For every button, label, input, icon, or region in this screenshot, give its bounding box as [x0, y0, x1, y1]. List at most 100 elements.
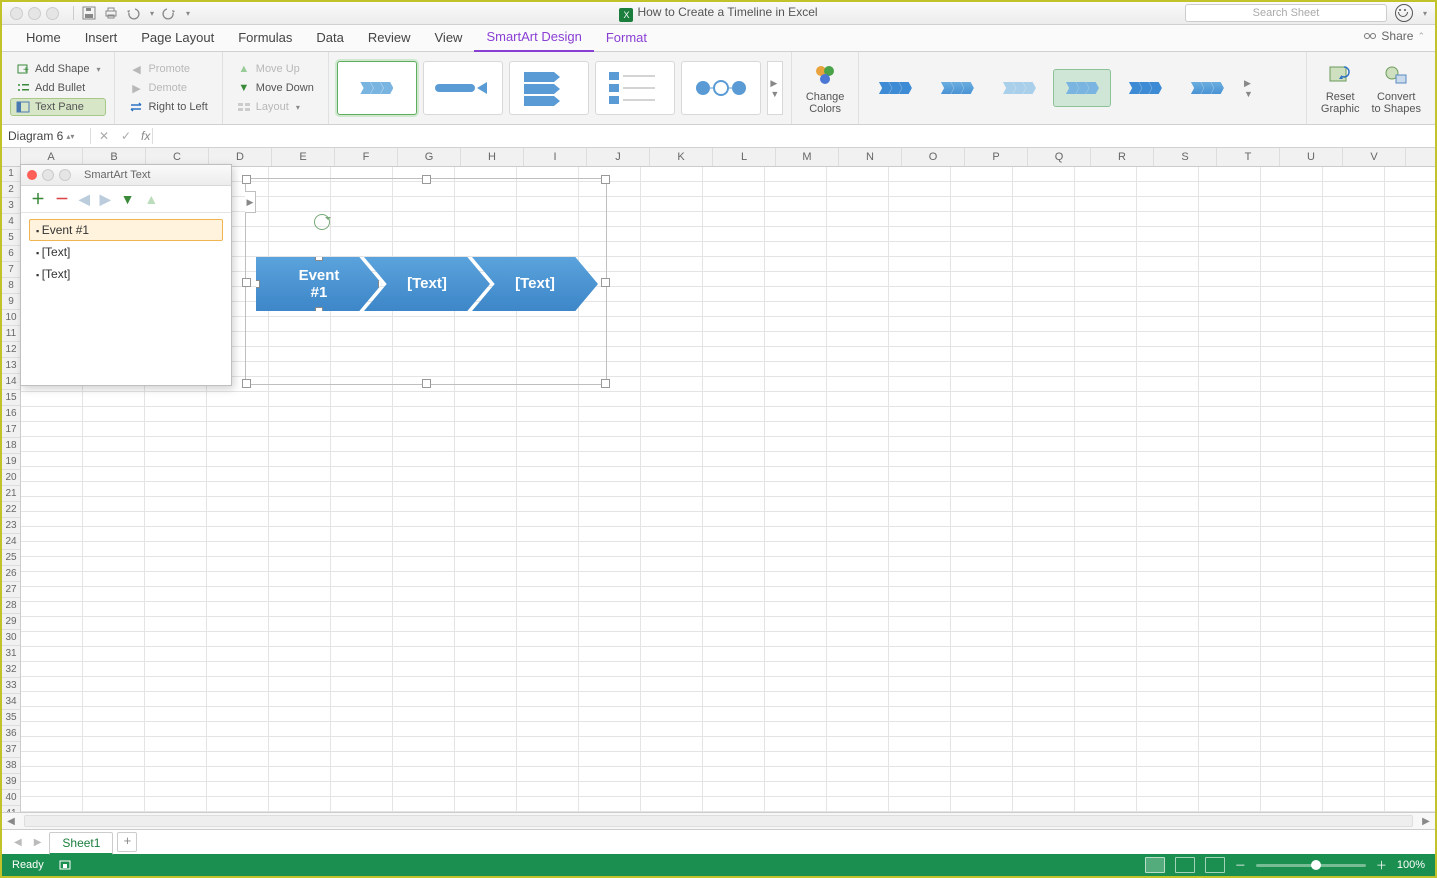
row-header[interactable]: 33: [2, 678, 20, 694]
zoom-slider[interactable]: [1256, 864, 1366, 867]
redo-icon[interactable]: [162, 6, 176, 20]
close-icon[interactable]: [27, 170, 37, 180]
resize-handle-s[interactable]: [422, 379, 431, 388]
row-header[interactable]: 35: [2, 710, 20, 726]
row-header[interactable]: 11: [2, 326, 20, 342]
layouts-more-button[interactable]: ▶▼: [767, 61, 783, 115]
feedback-icon[interactable]: [1395, 4, 1413, 22]
text-pane-titlebar[interactable]: SmartArt Text: [21, 165, 231, 186]
row-header[interactable]: 21: [2, 486, 20, 502]
close-window-icon[interactable]: [10, 7, 23, 20]
column-header[interactable]: K: [650, 148, 713, 166]
share-button[interactable]: Share ⌃: [1363, 29, 1425, 43]
zoom-out-button[interactable]: －: [1235, 857, 1246, 873]
column-header[interactable]: N: [839, 148, 902, 166]
sheet-nav-prev-icon[interactable]: ▶: [30, 837, 46, 848]
add-shape-button[interactable]: +Add Shape▾: [10, 60, 106, 78]
row-header[interactable]: 4: [2, 214, 20, 230]
search-input[interactable]: Search Sheet: [1185, 4, 1387, 22]
tab-review[interactable]: Review: [356, 25, 423, 51]
shape-handle[interactable]: [252, 280, 260, 288]
row-header[interactable]: 5: [2, 230, 20, 246]
zoom-level[interactable]: 100%: [1397, 859, 1425, 871]
row-header[interactable]: 28: [2, 598, 20, 614]
move-down-button[interactable]: ▼Move Down: [231, 79, 320, 97]
resize-handle-ne[interactable]: [601, 175, 610, 184]
zoom-thumb[interactable]: [1311, 860, 1321, 870]
move-down-item-icon[interactable]: ▼: [121, 191, 135, 207]
text-pane-button[interactable]: Text Pane: [10, 98, 106, 116]
add-sheet-button[interactable]: +: [117, 832, 137, 852]
style-option-4[interactable]: [1053, 69, 1111, 107]
horizontal-scrollbar[interactable]: ◀ ▶: [2, 812, 1435, 829]
smartart-shape-1[interactable]: Event #1: [256, 257, 382, 311]
tab-home[interactable]: Home: [14, 25, 73, 51]
normal-view-icon[interactable]: [1145, 857, 1165, 873]
sheet-tab-1[interactable]: Sheet1: [49, 832, 113, 855]
reset-graphic-button[interactable]: Reset Graphic: [1315, 59, 1366, 117]
row-header[interactable]: 26: [2, 566, 20, 582]
column-header[interactable]: Q: [1028, 148, 1091, 166]
column-header[interactable]: I: [524, 148, 587, 166]
scroll-left-icon[interactable]: ◀: [2, 816, 20, 827]
row-header[interactable]: 30: [2, 630, 20, 646]
row-header[interactable]: 39: [2, 774, 20, 790]
add-item-icon[interactable]: ＋: [31, 189, 45, 209]
row-header[interactable]: 14: [2, 374, 20, 390]
redo-dropdown-icon[interactable]: ▾: [186, 9, 190, 18]
column-header[interactable]: P: [965, 148, 1028, 166]
page-layout-view-icon[interactable]: [1175, 857, 1195, 873]
minimize-icon[interactable]: [42, 169, 54, 181]
rotate-handle[interactable]: [314, 214, 330, 230]
row-header[interactable]: 1: [2, 166, 20, 182]
row-header[interactable]: 18: [2, 438, 20, 454]
row-headers[interactable]: 1234567891011121314151617181920212223242…: [2, 166, 21, 812]
row-header[interactable]: 41: [2, 806, 20, 812]
change-colors-button[interactable]: Change Colors: [800, 59, 851, 117]
zoom-window-icon[interactable]: [46, 7, 59, 20]
name-box[interactable]: Diagram 6▴▾: [2, 129, 88, 143]
resize-handle-n[interactable]: [422, 175, 431, 184]
resize-handle-e[interactable]: [601, 278, 610, 287]
column-header[interactable]: V: [1343, 148, 1406, 166]
resize-handle-se[interactable]: [601, 379, 610, 388]
row-header[interactable]: 20: [2, 470, 20, 486]
column-header[interactable]: G: [398, 148, 461, 166]
minimize-window-icon[interactable]: [28, 7, 41, 20]
resize-handle-nw[interactable]: [242, 175, 251, 184]
column-header[interactable]: U: [1280, 148, 1343, 166]
feedback-dropdown-icon[interactable]: ▾: [1423, 9, 1427, 18]
style-option-6[interactable]: [1179, 70, 1235, 106]
scroll-right-icon[interactable]: ▶: [1417, 816, 1435, 827]
row-header[interactable]: 32: [2, 662, 20, 678]
layout-option-2[interactable]: [423, 61, 503, 115]
row-header[interactable]: 36: [2, 726, 20, 742]
style-option-5[interactable]: [1117, 70, 1173, 106]
row-header[interactable]: 31: [2, 646, 20, 662]
text-pane-toggle-tab[interactable]: ▶: [245, 191, 256, 213]
style-option-1[interactable]: [867, 70, 923, 106]
smartart-text-pane[interactable]: SmartArt Text ＋ － ◀ ▶ ▼ ▲ Event #1 [Text…: [20, 164, 232, 386]
row-header[interactable]: 10: [2, 310, 20, 326]
row-header[interactable]: 19: [2, 454, 20, 470]
row-header[interactable]: 22: [2, 502, 20, 518]
sheet-nav-first-icon[interactable]: ◀: [10, 837, 26, 848]
row-header[interactable]: 24: [2, 534, 20, 550]
worksheet-grid[interactable]: ABCDEFGHIJKLMNOPQRSTUV 12345678910111213…: [2, 148, 1435, 812]
row-header[interactable]: 37: [2, 742, 20, 758]
shape-handle[interactable]: [315, 253, 323, 261]
styles-more-button[interactable]: ▶▼: [1241, 70, 1255, 106]
row-header[interactable]: 2: [2, 182, 20, 198]
layout-option-5[interactable]: [681, 61, 761, 115]
ribbon-collapse-icon[interactable]: ⌃: [1417, 31, 1425, 42]
row-header[interactable]: 8: [2, 278, 20, 294]
zoom-in-button[interactable]: ＋: [1376, 857, 1387, 873]
column-header[interactable]: J: [587, 148, 650, 166]
tab-data[interactable]: Data: [304, 25, 355, 51]
row-header[interactable]: 3: [2, 198, 20, 214]
right-to-left-button[interactable]: Right to Left: [123, 98, 213, 116]
column-header[interactable]: S: [1154, 148, 1217, 166]
column-header[interactable]: L: [713, 148, 776, 166]
cancel-formula-icon[interactable]: ✕: [93, 129, 115, 143]
page-break-view-icon[interactable]: [1205, 857, 1225, 873]
